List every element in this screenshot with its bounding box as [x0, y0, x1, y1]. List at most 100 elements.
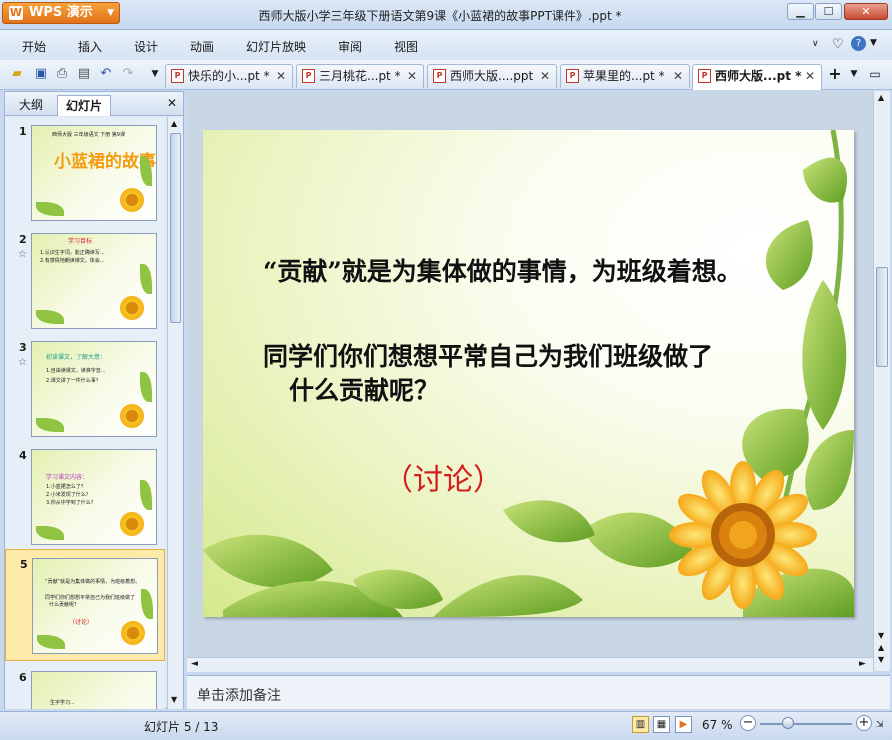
slide-thumbnail-selected[interactable]: 5 “贡献”就是为集体做的事情，为班级着想。 同学们你们想想平常自己为我们班级做… [5, 549, 165, 661]
menu-view[interactable]: 视图 [394, 38, 418, 55]
leaf-graphic [36, 202, 64, 216]
notes-placeholder[interactable]: 单击添加备注 [197, 685, 281, 705]
doc-tab[interactable]: P 西师大版....ppt ✕ [427, 64, 557, 88]
skin-icon[interactable]: ♡ [832, 37, 844, 52]
menu-insert[interactable]: 插入 [78, 38, 102, 55]
slide-preview: 学习目标 1.认识生字词，能正确读写... 2.有感情地朗读课文，体会... [31, 233, 157, 329]
doc-tab[interactable]: P 三月桃花...pt * ✕ [296, 64, 424, 88]
slide-preview: “贡献”就是为集体做的事情，为班级着想。 同学们你们想想平常自己为我们班级做了 … [32, 558, 158, 654]
slide-editor: “贡献”就是为集体做的事情，为班级着想。 同学们你们想想平常自己为我们班级做了 … [187, 91, 873, 671]
slide-number: 5 [20, 558, 28, 571]
slide-thumbnail[interactable]: 4 学习课文内容： 1.小蓝裙怎么了？ 2.小米发现了什么？ 3.你从中学到了什… [5, 441, 165, 553]
close-icon[interactable]: ✕ [540, 65, 550, 87]
window-title: 西师大版小学三年级下册语文第9课《小蓝裙的故事PPT课件》.ppt * [258, 9, 622, 23]
menu-design[interactable]: 设计 [134, 38, 158, 55]
slide-number: 6 [19, 671, 27, 684]
pane-tabs: 大纲 幻灯片 ✕ [5, 92, 183, 116]
thumb-text: 什么贡献呢？ [49, 602, 80, 608]
doc-tab[interactable]: P 苹果里的...pt * ✕ [560, 64, 690, 88]
scroll-down-icon[interactable]: ▼ [171, 695, 177, 704]
scroll-left-icon[interactable]: ◄ [191, 659, 198, 669]
scrollbar-thumb[interactable] [876, 267, 888, 367]
chevron-down-icon[interactable]: ▼ [870, 38, 877, 48]
leaf-graphic [36, 418, 64, 432]
app-menu-button[interactable]: W WPS 演示 ▼ [2, 2, 120, 24]
slide-discuss-label[interactable]: （讨论） [383, 455, 503, 499]
normal-view-icon[interactable]: ▥ [632, 716, 649, 733]
wps-logo-icon: W [9, 6, 23, 20]
new-tab-icon[interactable]: + [826, 65, 844, 83]
tab-slides[interactable]: 幻灯片 [57, 95, 112, 116]
leaf-graphic [36, 310, 64, 324]
doc-tab-label: 三月桃花...pt * [319, 69, 401, 83]
print-icon[interactable]: ⎙ [53, 65, 71, 83]
slide-canvas[interactable]: “贡献”就是为集体做的事情，为班级着想。 同学们你们想想平常自己为我们班级做了 … [203, 130, 854, 617]
save-icon[interactable]: ▣ [32, 65, 50, 83]
zoom-in-icon[interactable]: + [856, 715, 872, 731]
vertical-scrollbar[interactable]: ▲ ▼ ▲ ▼ [873, 91, 890, 671]
thumbnail-scrollbar[interactable]: ▲ ▼ [167, 117, 183, 709]
status-bar: 幻灯片 5 / 13 ▥ ▦ ▶ 67 % − + ⇲ [0, 711, 892, 740]
thumb-text: 1.自由读课文，读准字音... [46, 368, 106, 374]
slide-number: 2 [19, 233, 27, 246]
slide-preview: 西师大版 三年级语文 下册 第9课 小蓝裙的故事 [31, 125, 157, 221]
fit-window-icon[interactable]: ⇲ [876, 720, 884, 730]
doc-tab-active[interactable]: P 西师大版...pt * ✕ [692, 64, 822, 90]
undo-icon[interactable]: ↶ [97, 65, 115, 83]
slide-text-line-2[interactable]: 同学们你们想想平常自己为我们班级做了 [263, 337, 713, 373]
ppt-file-icon: P [433, 69, 446, 83]
menu-animation[interactable]: 动画 [190, 38, 214, 55]
customize-toolbar-icon[interactable]: ▼ [146, 65, 164, 83]
animation-star-icon: ☆ [18, 249, 27, 260]
redo-icon[interactable]: ↷ [119, 65, 137, 83]
scroll-right-icon[interactable]: ► [859, 659, 866, 669]
slide-text-line-3[interactable]: 什么贡献呢？ [289, 371, 439, 407]
close-icon[interactable]: ✕ [407, 65, 417, 87]
doc-tab-label: 西师大版....ppt [450, 69, 534, 83]
scroll-up-icon[interactable]: ▲ [878, 93, 884, 102]
slide-sorter-icon[interactable]: ▦ [653, 716, 670, 733]
ribbon-collapse-icon[interactable]: ∨ [812, 39, 819, 49]
menu-review[interactable]: 审阅 [338, 38, 362, 55]
scroll-down-icon[interactable]: ▼ [878, 631, 884, 640]
chevron-down-icon[interactable]: ▼ [845, 65, 863, 83]
prev-slide-icon[interactable]: ▲ [878, 643, 884, 652]
maximize-button[interactable]: ☐ [815, 3, 842, 20]
sunflower-graphic [120, 512, 144, 536]
close-window-button[interactable]: ✕ [844, 3, 888, 20]
tab-outline[interactable]: 大纲 [11, 95, 51, 116]
horizontal-scrollbar[interactable]: ◄ ► [187, 657, 873, 672]
slide-number: 3 [19, 341, 27, 354]
slide-thumbnail[interactable]: 2 ☆ 学习目标 1.认识生字词，能正确读写... 2.有感情地朗读课文，体会.… [5, 225, 165, 337]
print-preview-icon[interactable]: ▤ [75, 65, 93, 83]
thumb-text: 学习课文内容： [46, 474, 89, 481]
slideshow-icon[interactable]: ▶ [675, 716, 692, 733]
next-slide-icon[interactable]: ▼ [878, 655, 884, 664]
help-icon[interactable]: ? [851, 36, 866, 51]
open-folder-icon[interactable]: ▰ [8, 65, 26, 83]
sunflower-graphic [120, 404, 144, 428]
scroll-up-icon[interactable]: ▲ [171, 119, 177, 128]
zoom-slider-track[interactable] [760, 723, 852, 725]
chevron-down-icon: ▼ [107, 8, 114, 18]
doc-tab-label: 快乐的小...pt * [188, 69, 270, 83]
slide-thumbnail[interactable]: 1 西师大版 三年级语文 下册 第9课 小蓝裙的故事 [5, 117, 165, 229]
menu-slideshow[interactable]: 幻灯片放映 [246, 38, 306, 55]
minimize-button[interactable]: ▁ [787, 3, 814, 20]
slide-text-line-1[interactable]: “贡献”就是为集体做的事情，为班级着想。 [263, 252, 742, 288]
slide-thumbnail[interactable]: 6 生字学习... [5, 663, 165, 709]
close-icon[interactable]: ✕ [673, 65, 683, 87]
slide-thumbnail[interactable]: 3 ☆ 初读课文，了解大意： 1.自由读课文，读准字音... 2.课文讲了一件什… [5, 333, 165, 445]
close-icon[interactable]: ✕ [805, 65, 815, 87]
thumb-text: （讨论） [69, 619, 94, 626]
menu-home[interactable]: 开始 [22, 38, 46, 55]
zoom-slider-thumb[interactable] [782, 717, 794, 729]
doc-tab[interactable]: P 快乐的小...pt * ✕ [165, 64, 293, 88]
tab-list-icon[interactable]: ▭ [866, 65, 884, 83]
notes-pane[interactable]: 单击添加备注 [187, 675, 890, 709]
zoom-level[interactable]: 67 % [702, 718, 733, 732]
scrollbar-thumb[interactable] [170, 133, 181, 323]
zoom-out-icon[interactable]: − [740, 715, 756, 731]
close-icon[interactable]: ✕ [276, 65, 286, 87]
close-pane-icon[interactable]: ✕ [167, 96, 177, 110]
